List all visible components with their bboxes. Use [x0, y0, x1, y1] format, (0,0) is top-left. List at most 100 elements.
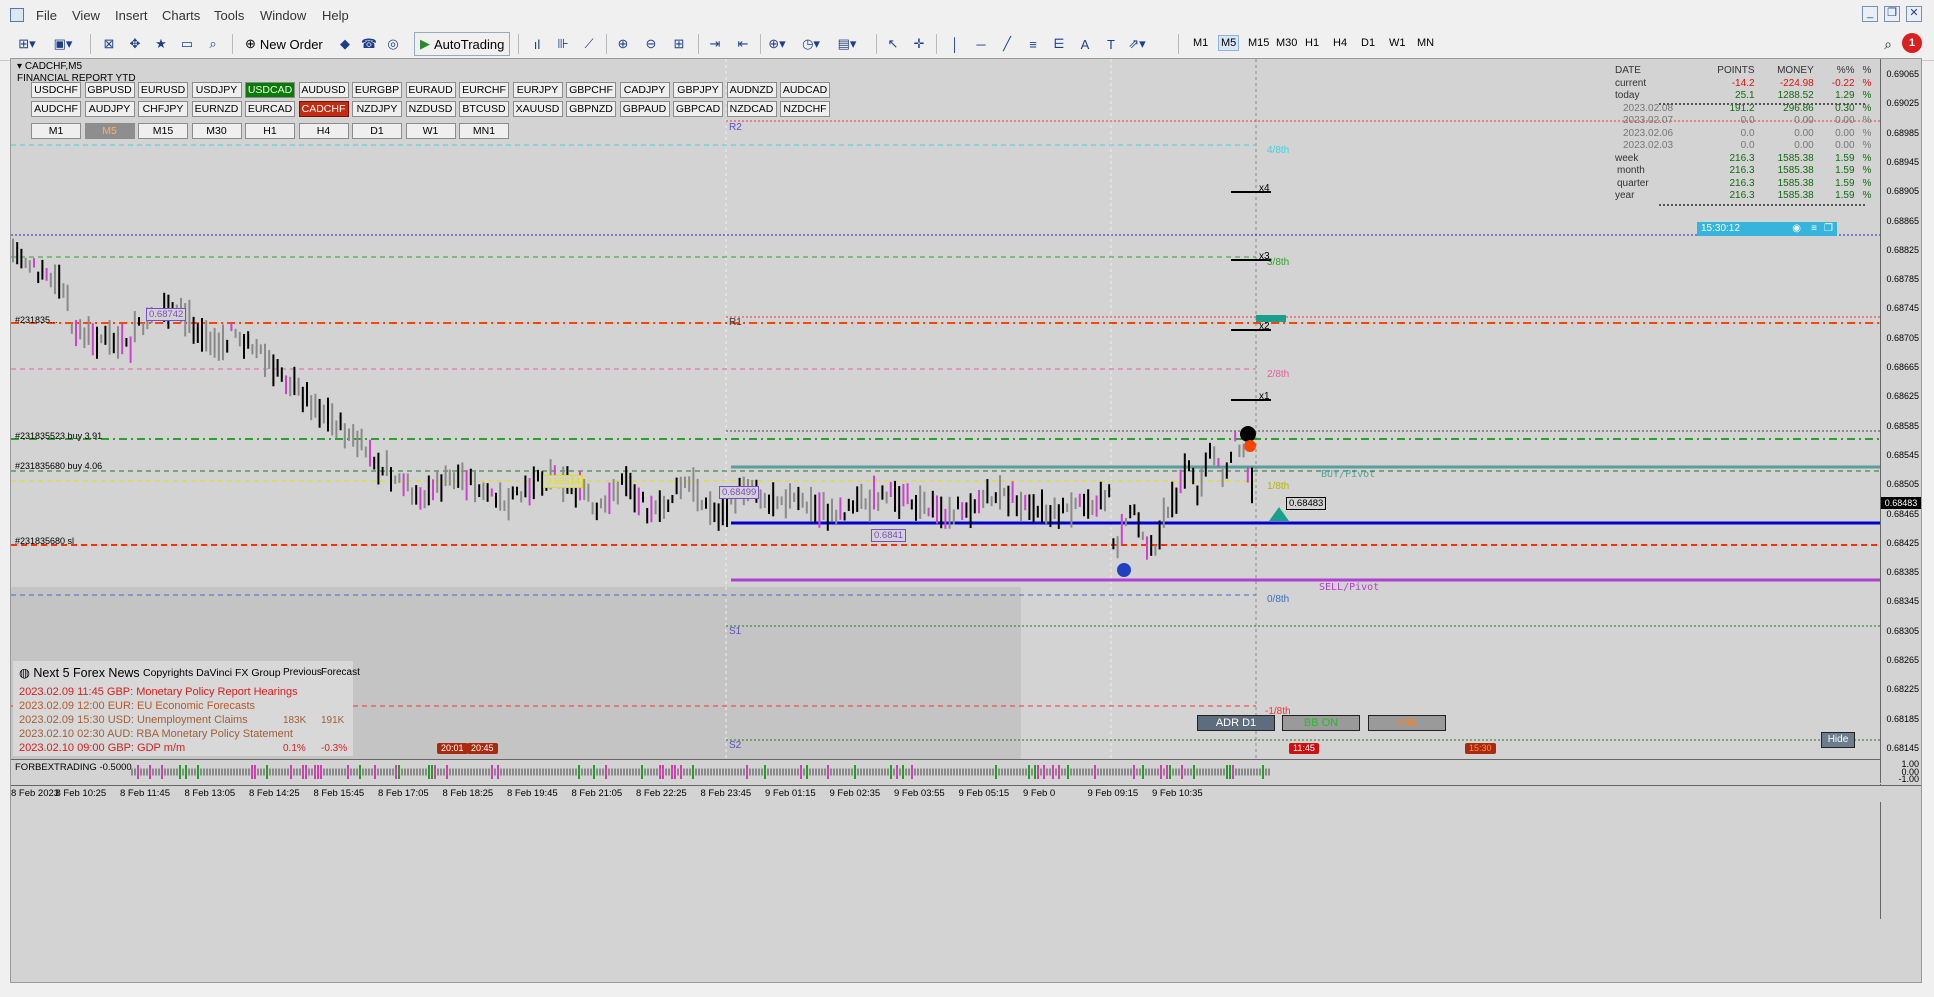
crosshair-icon[interactable]: ✛	[908, 32, 930, 56]
chart-shift-icon[interactable]: ⇤	[732, 32, 754, 56]
indicator-bar	[761, 768, 763, 776]
zoom-out-icon[interactable]: ⊖	[640, 32, 662, 56]
line-chart-icon[interactable]: ⟋	[578, 32, 600, 56]
indicator-bar	[704, 768, 706, 776]
navigator-icon[interactable]: ★	[150, 32, 172, 56]
indicator-bar	[1049, 768, 1051, 776]
bar-chart-icon[interactable]: ıl	[526, 32, 548, 56]
tile-windows-icon[interactable]: ⊞	[668, 32, 690, 56]
candlestick-icon[interactable]: ⊪	[552, 32, 574, 56]
tf-d1[interactable]: D1	[1358, 35, 1378, 51]
report-points: 0.0	[1740, 115, 1755, 126]
tf-mn[interactable]: MN	[1414, 35, 1437, 51]
tf-m15[interactable]: M15	[1245, 35, 1272, 51]
templates-icon[interactable]: ▤▾	[836, 32, 858, 56]
news-item[interactable]: 2023.02.10 09:00 GBP: GDP m/m 0.1% -0.3%	[19, 742, 347, 754]
indicator-bar	[974, 768, 976, 776]
close-icon[interactable]: ✕	[1906, 6, 1922, 22]
bb-on-button[interactable]: BB ON	[1282, 715, 1360, 731]
horizontal-line-icon[interactable]: ─	[970, 32, 992, 56]
report-pct-sign: %	[1862, 177, 1872, 189]
indicator-bar	[785, 768, 787, 776]
new-chart-icon[interactable]: ⊞▾	[16, 32, 38, 56]
tf-m5[interactable]: M5	[1218, 35, 1240, 51]
price-axis-label: 0.68945	[1886, 156, 1919, 167]
minimize-icon[interactable]: _	[1862, 6, 1878, 22]
arrows-icon[interactable]: ⇗▾	[1126, 32, 1148, 56]
indicator-bar	[713, 768, 715, 776]
tf-h4[interactable]: H4	[1330, 35, 1350, 51]
indicator-bar	[1253, 768, 1255, 776]
fibonacci-icon[interactable]: ⋿	[1048, 32, 1070, 56]
tf-w1[interactable]: W1	[1386, 35, 1409, 51]
adr-d1-button[interactable]: ADR D1	[1197, 715, 1275, 731]
search-icon[interactable]: ⌕	[1884, 36, 1892, 53]
zoom-in-icon[interactable]: ⊕	[612, 32, 634, 56]
indicator-bar	[794, 768, 796, 776]
menu-window[interactable]: Window	[260, 8, 306, 23]
equidistant-channel-icon[interactable]: ≡	[1022, 32, 1044, 56]
eye-icon[interactable]: ◉	[1792, 222, 1801, 236]
menu-help[interactable]: Help	[322, 8, 349, 23]
indicator-bar	[1238, 768, 1240, 776]
current-price-label: 0.68483	[1881, 497, 1921, 509]
indicator-bar	[395, 765, 397, 779]
news-item[interactable]: 2023.02.09 12:00 EUR: EU Economic Foreca…	[19, 700, 255, 712]
trendline-icon[interactable]: ╱	[996, 32, 1018, 56]
chart-window[interactable]: ▾ CADCHF,M5 FINANCIAL REPORT YTD USDCHF G…	[10, 58, 1922, 983]
autotrading-button[interactable]: ▶ AutoTrading	[414, 32, 511, 56]
vertical-line-icon[interactable]: │	[944, 32, 966, 56]
indicator-bar	[374, 765, 376, 779]
data-window-icon[interactable]: ✥	[124, 32, 146, 56]
indicator-bar	[1145, 768, 1147, 776]
text-icon[interactable]: A	[1074, 32, 1096, 56]
report-header-pct2: %%	[1836, 65, 1855, 76]
tf-m1[interactable]: M1	[1190, 35, 1211, 51]
indicator-bar	[968, 768, 970, 776]
cursor-icon[interactable]: ↖	[882, 32, 904, 56]
market-watch-icon[interactable]: ⊠	[98, 32, 120, 56]
menu-insert[interactable]: Insert	[115, 8, 148, 23]
auto-scroll-icon[interactable]: ⇥	[704, 32, 726, 56]
menu-icon[interactable]: ≡	[1811, 222, 1817, 236]
tf-m30[interactable]: M30	[1273, 35, 1300, 51]
menu-file[interactable]: File	[36, 8, 57, 23]
terminal-icon[interactable]: ▭	[176, 32, 198, 56]
indicator-bar	[233, 768, 235, 776]
strategy-tester-icon[interactable]: ⌕	[202, 32, 224, 56]
signals-icon[interactable]: ◎	[382, 32, 404, 56]
indicator-bar	[155, 768, 157, 776]
restore-icon[interactable]: ❐	[1884, 6, 1900, 22]
report-pct-sign: %	[1862, 115, 1872, 126]
indicator-bar	[1097, 768, 1099, 776]
indicator-bar	[542, 768, 544, 776]
meta-editor-icon[interactable]: ◆	[334, 32, 356, 56]
indicator-bar	[608, 768, 610, 776]
menu-tools[interactable]: Tools	[214, 8, 244, 23]
indicator-bar	[776, 768, 778, 776]
text-label-icon[interactable]: T	[1100, 32, 1122, 56]
news-item[interactable]: 2023.02.10 02:30 AUD: RBA Monetary Polic…	[19, 728, 293, 740]
menu-charts[interactable]: Charts	[162, 8, 200, 23]
profiles-icon[interactable]: ▣▾	[52, 32, 74, 56]
indicator-bar	[1235, 768, 1237, 776]
hide-button[interactable]: Hide	[1821, 732, 1855, 748]
window-icon[interactable]: ❐	[1824, 222, 1833, 236]
indicator-bar	[1133, 765, 1135, 779]
indicator-bar	[701, 768, 703, 776]
indicator-bar	[629, 768, 631, 776]
indicator-bar	[377, 768, 379, 776]
mm-button[interactable]: MM	[1368, 715, 1446, 731]
indicators-icon[interactable]: ⊕▾	[766, 32, 788, 56]
new-order-button[interactable]: ⊕ New Order	[240, 32, 328, 56]
tf-h1[interactable]: H1	[1302, 35, 1322, 51]
notification-badge[interactable]: 1	[1902, 33, 1922, 53]
news-item[interactable]: 2023.02.09 11:45 GBP: Monetary Policy Re…	[19, 686, 298, 698]
indicator-panel[interactable]: FORBEXTRADING -0.5000	[11, 759, 1883, 784]
news-item[interactable]: 2023.02.09 15:30 USD: Unemployment Claim…	[19, 714, 344, 726]
indicator-bar	[515, 768, 517, 776]
periods-icon[interactable]: ◷▾	[800, 32, 822, 56]
indicator-bar	[320, 765, 322, 779]
mql-icon[interactable]: ☎	[358, 32, 380, 56]
menu-view[interactable]: View	[72, 8, 100, 23]
